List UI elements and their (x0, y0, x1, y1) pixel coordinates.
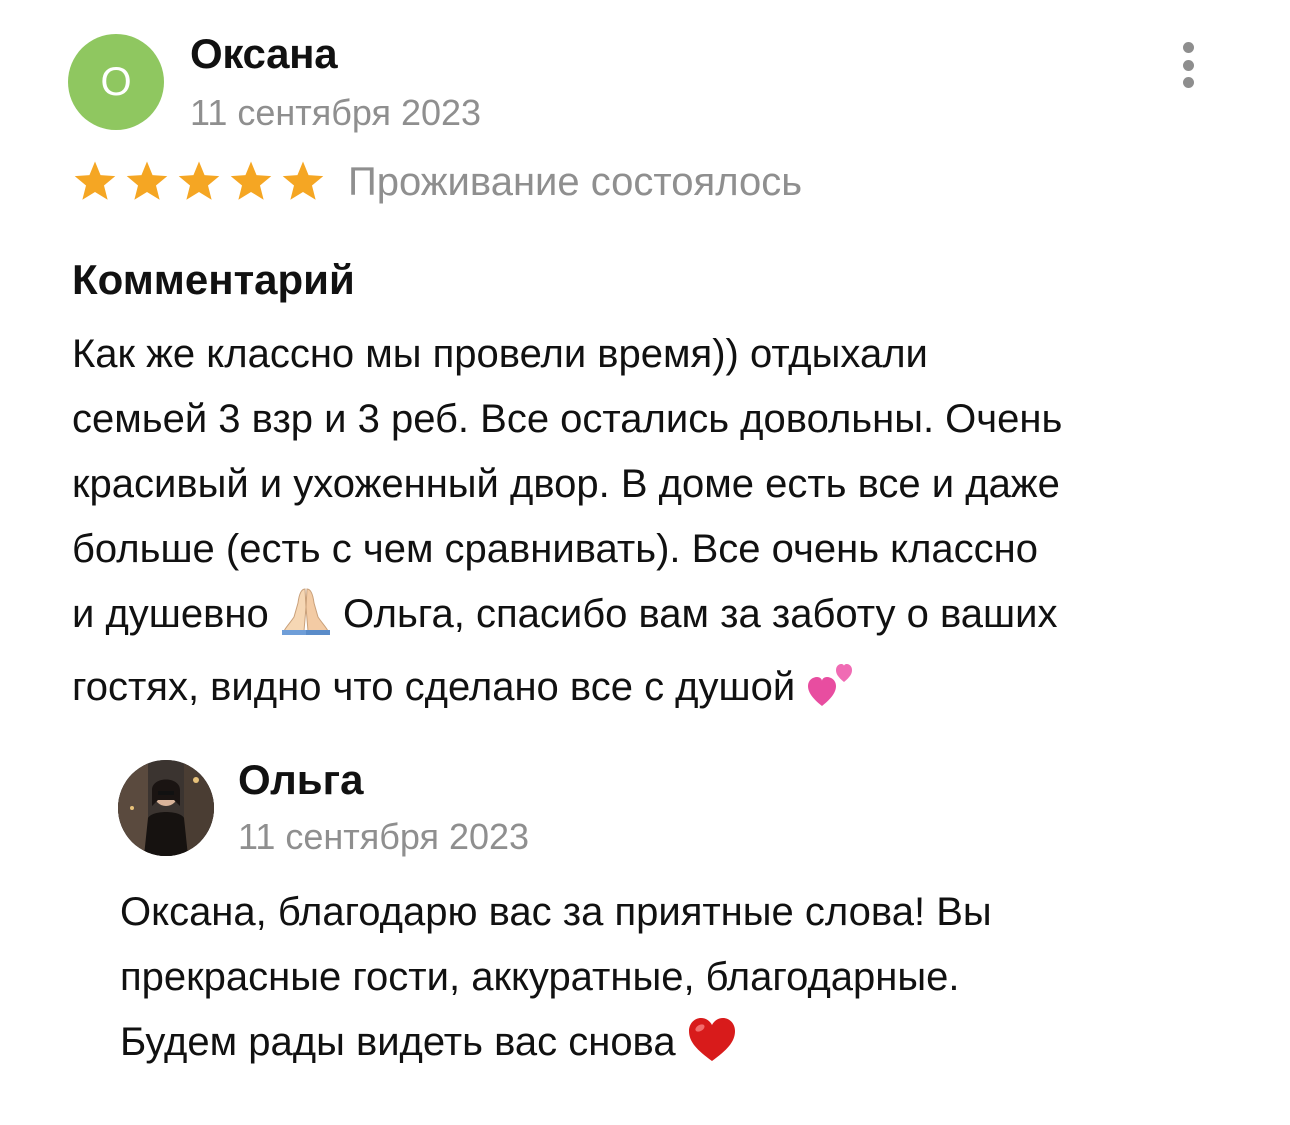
review-card: О Оксана 11 сентября 2023 Проживание сос… (0, 0, 1290, 1125)
red-heart-emoji (687, 1015, 737, 1083)
comment-heading: Комментарий (72, 256, 355, 303)
reply-author-name[interactable]: Ольга (238, 756, 363, 804)
more-dot (1182, 77, 1194, 88)
more-options-button[interactable] (1168, 40, 1208, 90)
reply-date: 11 сентября 2023 (238, 816, 530, 857)
comment-text-part: Как же классно мы провели время)) отдыха… (72, 332, 1063, 636)
rating-row: Проживание состоялось (72, 154, 802, 210)
star-icon (72, 160, 118, 204)
star-icon (124, 160, 170, 204)
reply-text-part: Оксана, благодарю вас за приятные слова!… (120, 890, 992, 1064)
star-rating (72, 160, 326, 204)
comment-text: Как же классно мы провели время)) отдыха… (72, 322, 1222, 728)
review-date: 11 сентября 2023 (190, 92, 482, 133)
folded-hands-emoji (280, 587, 332, 655)
star-icon (228, 160, 274, 204)
more-vertical-icon (1182, 42, 1194, 53)
reply-author-avatar[interactable] (118, 760, 214, 856)
star-icon (280, 160, 326, 204)
reply-text: Оксана, благодарю вас за приятные слова!… (120, 880, 1180, 1083)
more-dot (1182, 59, 1194, 71)
two-hearts-emoji (806, 660, 858, 728)
stay-status: Проживание состоялось (348, 159, 803, 204)
avatar-letter: О (100, 60, 132, 104)
star-icon (176, 160, 222, 204)
author-name[interactable]: Оксана (190, 30, 338, 78)
author-avatar[interactable]: О (68, 34, 164, 130)
